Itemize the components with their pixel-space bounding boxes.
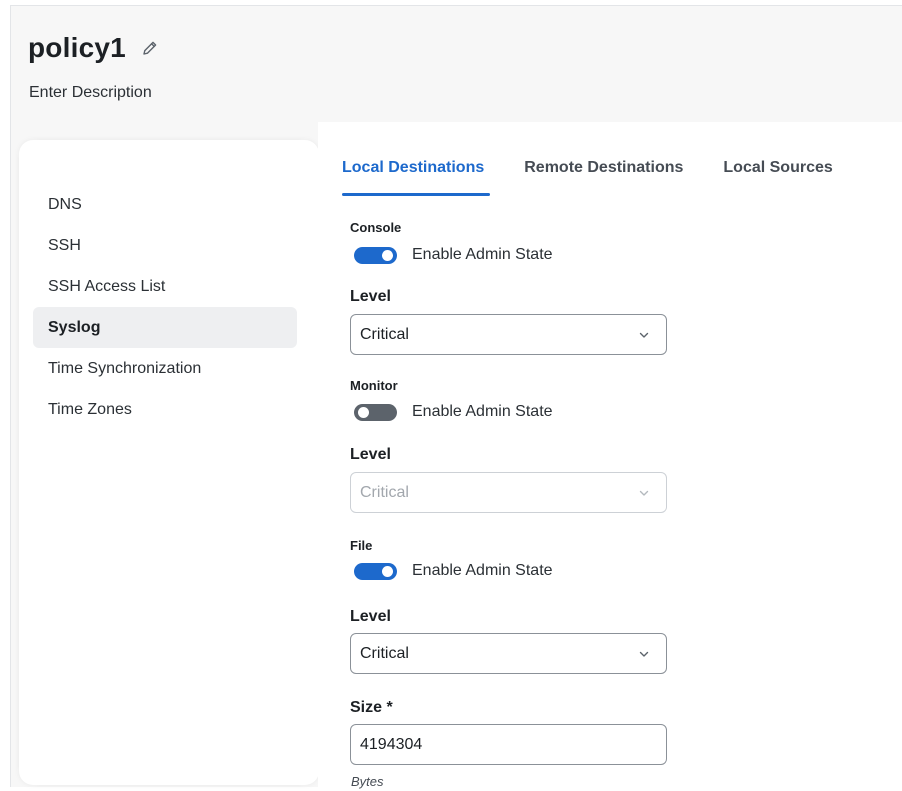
sidebar-item-time-synchronization[interactable]: Time Synchronization [33, 348, 297, 389]
toggle-knob [358, 406, 369, 418]
tab-remote-destinations[interactable]: Remote Destinations [524, 158, 683, 196]
monitor-toggle-row: Enable Admin State [354, 403, 553, 421]
sidebar-item-ssh[interactable]: SSH [33, 225, 297, 266]
file-size-unit-hint: Bytes [351, 774, 384, 789]
chevron-down-icon [639, 332, 649, 338]
sidebar-nav: DNS SSH SSH Access List Syslog Time Sync… [33, 184, 297, 430]
monitor-section-label: Monitor [350, 378, 398, 393]
file-level-label: Level [350, 608, 391, 625]
pencil-edit-icon[interactable] [140, 38, 160, 58]
monitor-level-value: Critical [360, 483, 409, 501]
sidebar-item-ssh-access-list[interactable]: SSH Access List [33, 266, 297, 307]
file-level-select[interactable]: Critical [350, 633, 667, 674]
console-toggle-row: Enable Admin State [354, 246, 553, 264]
sidebar-card: DNS SSH SSH Access List Syslog Time Sync… [19, 140, 319, 785]
title-row: policy1 [28, 32, 160, 64]
file-size-label: Size * [350, 699, 393, 716]
tab-bar: Local Destinations Remote Destinations L… [342, 158, 873, 196]
console-toggle-label: Enable Admin State [412, 246, 553, 263]
page-header: policy1 Enter Description [10, 5, 902, 122]
monitor-level-select: Critical [350, 472, 667, 513]
console-level-label: Level [350, 288, 391, 305]
monitor-admin-state-toggle[interactable] [354, 403, 397, 421]
toggle-knob [382, 249, 393, 261]
monitor-toggle-label: Enable Admin State [412, 403, 553, 420]
file-size-input[interactable] [350, 724, 667, 765]
file-section-label: File [350, 538, 373, 553]
description-field[interactable]: Enter Description [29, 84, 152, 102]
sidebar-item-syslog[interactable]: Syslog [33, 307, 297, 348]
tab-local-sources[interactable]: Local Sources [723, 158, 832, 196]
monitor-level-label: Level [350, 446, 391, 463]
file-admin-state-toggle[interactable] [354, 562, 397, 580]
console-level-select[interactable]: Critical [350, 314, 667, 355]
file-toggle-label: Enable Admin State [412, 562, 553, 579]
tab-local-destinations[interactable]: Local Destinations [342, 158, 491, 196]
page-title: policy1 [28, 32, 126, 63]
file-toggle-row: Enable Admin State [354, 562, 553, 580]
console-admin-state-toggle[interactable] [354, 246, 397, 264]
chevron-down-icon [639, 490, 649, 496]
console-level-value: Critical [360, 325, 409, 343]
file-level-value: Critical [360, 644, 409, 662]
toggle-knob [382, 565, 393, 577]
main-content: Local Destinations Remote Destinations L… [318, 122, 902, 791]
chevron-down-icon [639, 651, 649, 657]
sidebar: DNS SSH SSH Access List Syslog Time Sync… [10, 122, 319, 787]
sidebar-item-dns[interactable]: DNS [33, 184, 297, 225]
sidebar-item-time-zones[interactable]: Time Zones [33, 389, 297, 430]
console-section-label: Console [350, 220, 402, 235]
